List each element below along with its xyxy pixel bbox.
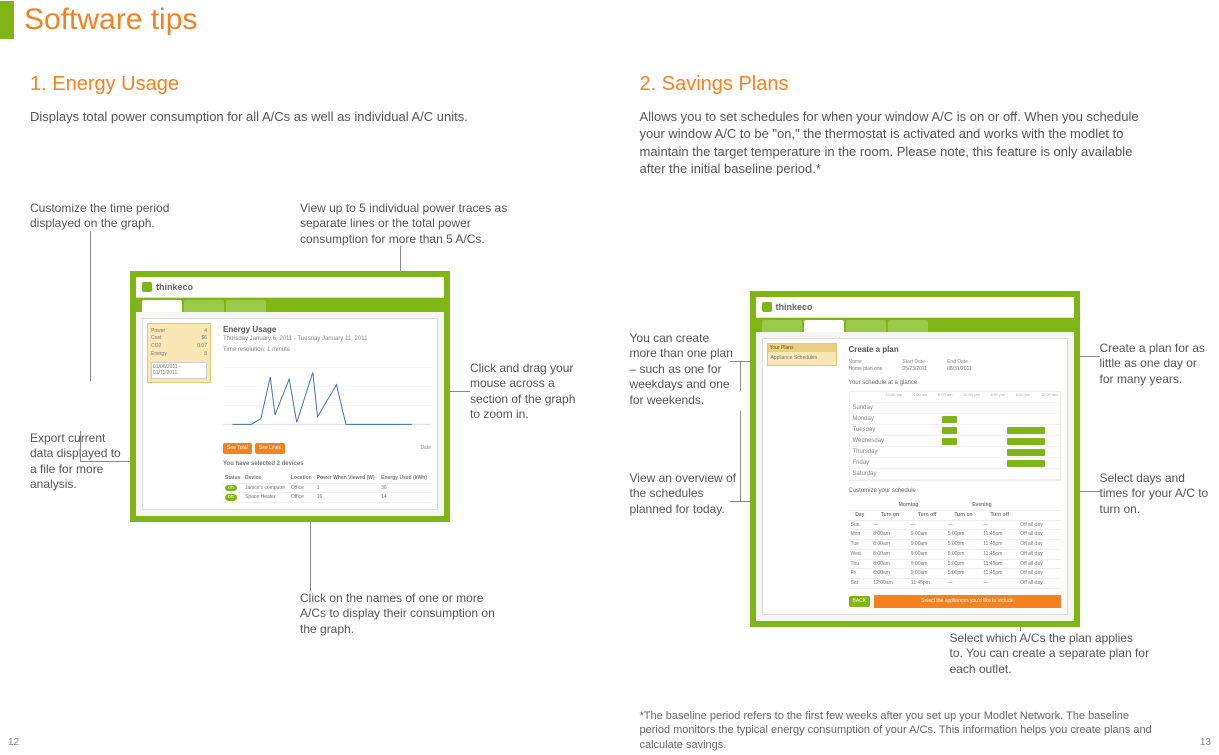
glance-label: Your schedule at a glance <box>849 379 1061 387</box>
selection-summary: You have selected 2 devices <box>223 460 431 468</box>
table-row[interactable]: Wed8:00am9:00am5:00pm11:45pmOff all day <box>849 549 1061 559</box>
page-title: Software tips <box>24 0 197 41</box>
tab[interactable] <box>888 320 928 332</box>
summary-row: Power4 <box>151 328 207 335</box>
chart-title: Energy Usage <box>223 325 431 336</box>
heading-energy: 1. Energy Usage <box>30 71 580 98</box>
start-date-input[interactable]: 05/23/2011 <box>902 366 927 373</box>
table-row[interactable]: on Janice's computer Office 1 36 <box>223 483 431 493</box>
chart-subtitle: Thursday January 6, 2011 - Tuesday Janua… <box>223 335 431 343</box>
callout-zoom: Click and drag your mouse across a secti… <box>470 361 580 423</box>
end-date-input[interactable]: 08/31/2011 <box>947 366 972 373</box>
screenshot-energy: thinkeco Power4 Cost$6 CO20.07 Energy8 0… <box>130 271 450 523</box>
logo-text: thinkeco <box>156 281 193 293</box>
heading-savings: 2. Savings Plans <box>640 71 1190 98</box>
plan-sidebar: Your Plans Appliance Schedules <box>767 343 837 367</box>
tab[interactable] <box>804 320 844 332</box>
table-row[interactable]: Fri8:00am9:00am5:00pm11:45pmOff all day <box>849 569 1061 579</box>
page-number-left: 12 <box>8 736 19 750</box>
footnote: *The baseline period refers to the first… <box>640 709 1160 754</box>
summary-row: CO20.07 <box>151 343 207 350</box>
logo-icon <box>762 302 772 312</box>
chart-note: Time resolution: 1 minute <box>223 346 431 354</box>
table-row[interactable]: Sun————Off all day <box>849 520 1061 530</box>
sidebar-summary: Power4 Cost$6 CO20.07 Energy8 01/06/2011… <box>147 323 211 384</box>
callout-select-days: Select days and times for your A/C to tu… <box>1100 471 1210 518</box>
schedule-glance-grid[interactable]: 12:00 am4:00 am8:00 am12:00 pm4:00 pm8:0… <box>849 391 1061 481</box>
callout-traces: View up to 5 individual power traces as … <box>300 201 540 248</box>
callout-multi-plan: You can create more than one plan – such… <box>630 331 740 409</box>
glance-row[interactable]: Sunday <box>850 403 1060 414</box>
appliance-selector[interactable]: Select the appliances you'd like to incl… <box>874 595 1060 608</box>
panel-title: Create a plan <box>849 345 1061 356</box>
btn-see-lines[interactable]: See Lines <box>255 443 285 454</box>
nav-tabs[interactable] <box>756 318 1074 332</box>
sidebar-item[interactable]: Appliance Schedules <box>771 355 833 362</box>
summary-row: Energy8 <box>151 351 207 358</box>
glance-row[interactable]: Saturday <box>850 469 1060 480</box>
leader-line <box>740 411 741 501</box>
callout-duration: Create a plan for as little as one day o… <box>1100 341 1210 388</box>
intro-energy: Displays total power consumption for all… <box>30 108 550 126</box>
intro-savings: Allows you to set schedules for when you… <box>640 108 1160 178</box>
btn-see-total[interactable]: See Total <box>223 443 252 454</box>
tab[interactable] <box>226 300 266 312</box>
customize-label: Customize your schedule <box>849 487 1061 495</box>
section-energy-usage: 1. Energy Usage Displays total power con… <box>30 71 580 198</box>
date-range-input[interactable]: 01/06/2011 - 01/11/2011 <box>151 362 207 380</box>
callout-time-period: Customize the time period displayed on t… <box>30 201 200 232</box>
nav-tabs[interactable] <box>136 298 444 312</box>
tab[interactable] <box>142 300 182 312</box>
table-row[interactable]: Tue8:00am9:00am5:00pm11:45pmOff all day <box>849 540 1061 550</box>
glance-row[interactable]: Monday <box>850 414 1060 425</box>
sidebar-header: Your Plans <box>768 344 836 353</box>
callout-select-acs: Select which A/Cs the plan applies to. Y… <box>950 631 1150 678</box>
table-row[interactable]: Mon8:00am9:00am5:00pm11:45pmOff all day <box>849 530 1061 540</box>
logo-text: thinkeco <box>776 301 813 313</box>
screenshot-savings: thinkeco Your Plans Appliance Schedules … <box>750 291 1080 627</box>
callout-overview: View an overview of the schedules planne… <box>630 471 740 518</box>
leader-line <box>310 511 311 591</box>
glance-row[interactable]: Thursday <box>850 447 1060 458</box>
callout-ac-names: Click on the names of one or more A/Cs t… <box>300 591 500 638</box>
usage-chart[interactable] <box>223 356 431 436</box>
tab[interactable] <box>184 300 224 312</box>
glance-row[interactable]: Friday <box>850 458 1060 469</box>
logo-icon <box>142 282 152 292</box>
table-row[interactable]: on Space Heater Office 16 14 <box>223 493 431 503</box>
title-accent <box>0 1 14 39</box>
summary-row: Cost$6 <box>151 335 207 342</box>
schedule-table[interactable]: MorningEvening DayTurn onTurn offTurn on… <box>849 501 1061 589</box>
device-table: Status Device Location Power When Viewed… <box>223 474 431 503</box>
tab[interactable] <box>846 320 886 332</box>
leader-line <box>90 231 91 381</box>
section-savings-plans: 2. Savings Plans Allows you to set sched… <box>640 71 1190 198</box>
tab[interactable] <box>762 320 802 332</box>
table-row[interactable]: Thu8:00am9:00am5:00pm11:45pmOff all day <box>849 559 1061 569</box>
table-row[interactable]: Sat12:00am11:45pm——Off all day <box>849 579 1061 589</box>
plan-name-input[interactable]: Home plan one <box>849 366 883 373</box>
leader-line <box>740 361 741 391</box>
page-number-right: 13 <box>1200 736 1211 750</box>
back-button[interactable]: BACK <box>849 596 871 607</box>
glance-row[interactable]: Tuesday <box>850 425 1060 436</box>
glance-row[interactable]: Wednesday <box>850 436 1060 447</box>
leader-line <box>80 431 81 461</box>
